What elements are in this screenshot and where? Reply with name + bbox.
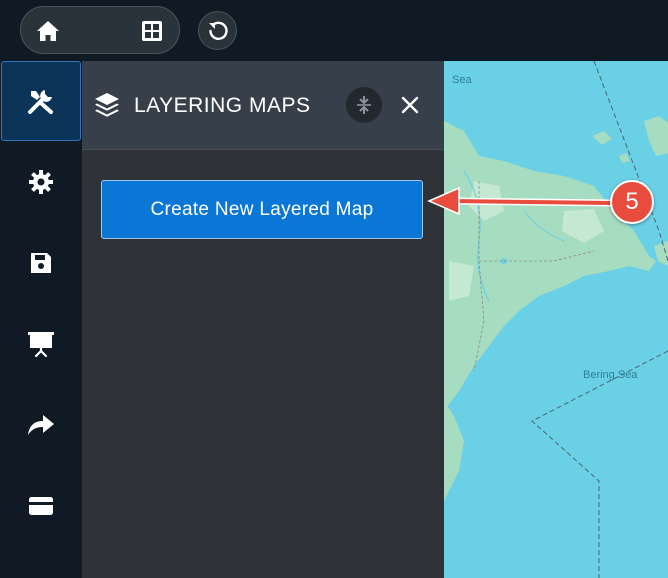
map-label-sea-top: Sea — [452, 74, 472, 86]
collapse-vertical-icon — [357, 96, 371, 114]
gear-icon — [29, 170, 53, 194]
tools-icon — [28, 90, 53, 114]
panel-title: LAYERING MAPS — [134, 94, 311, 117]
sidebar-item-present[interactable] — [0, 304, 82, 384]
sidebar-item-tools[interactable] — [1, 61, 81, 141]
presentation-icon — [28, 332, 54, 358]
save-icon — [31, 253, 51, 273]
panel-header: LAYERING MAPS — [82, 61, 444, 150]
collapse-button[interactable] — [346, 87, 382, 123]
table-view-button[interactable] — [126, 8, 178, 53]
view-switcher — [20, 6, 298, 578]
share-icon — [28, 415, 54, 435]
step-badge: 5 — [610, 180, 654, 224]
close-button[interactable] — [396, 91, 424, 119]
sidebar — [0, 61, 82, 578]
layering-maps-panel: LAYERING MAPS Create New Layered Map — [82, 61, 444, 578]
table-grid-icon — [142, 20, 162, 41]
layers-icon — [95, 93, 119, 117]
rotate-left-icon — [208, 21, 228, 40]
home-view-button[interactable] — [22, 8, 74, 53]
sidebar-item-save[interactable] — [0, 223, 82, 303]
reset-button[interactable] — [198, 11, 237, 50]
sidebar-item-share[interactable] — [0, 385, 82, 465]
home-icon — [37, 20, 59, 41]
sidebar-item-card[interactable] — [0, 466, 82, 546]
map-basemap — [444, 61, 668, 578]
create-layered-map-button[interactable]: Create New Layered Map — [101, 180, 423, 239]
map-canvas[interactable]: Sea Bering Sea — [444, 61, 668, 578]
top-toolbar — [0, 0, 668, 578]
map-label-bering-sea: Bering Sea — [583, 369, 638, 381]
sidebar-item-settings[interactable] — [0, 142, 82, 222]
close-icon — [401, 96, 419, 114]
card-icon — [29, 497, 53, 515]
